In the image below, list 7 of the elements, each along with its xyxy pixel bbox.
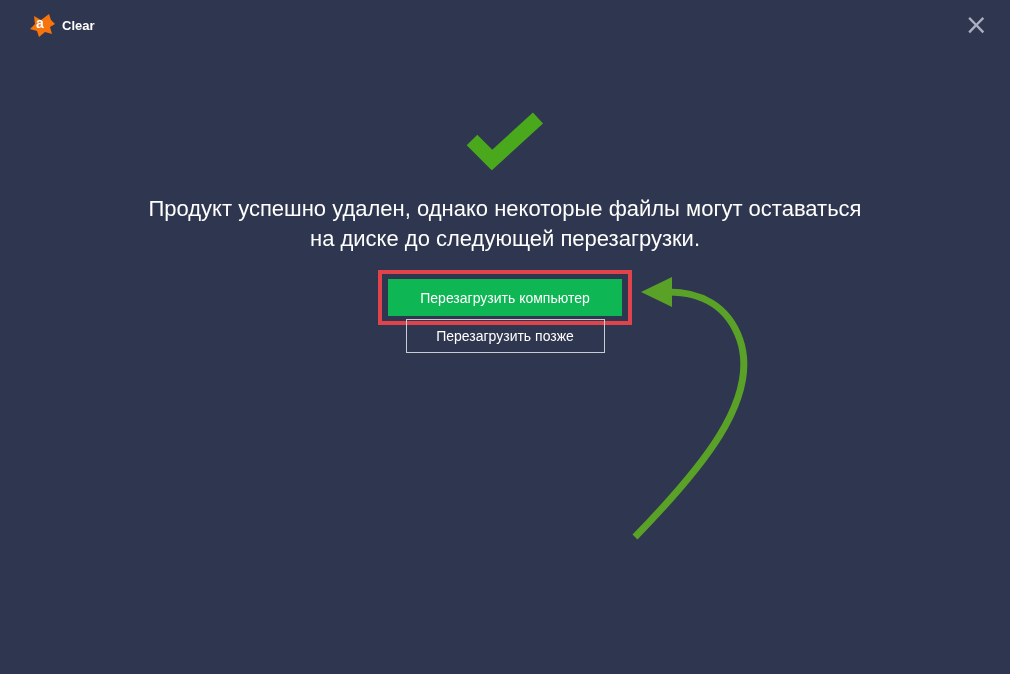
app-title: Clear [62,17,95,33]
logo-letter: a [36,15,44,31]
status-message: Продукт успешно удален, однако некоторые файлы могут оставаться на диске до следующей перезагрузки. [147,195,863,253]
close-button[interactable]: × [960,12,992,38]
checkmark-icon [466,112,544,170]
restart-later-button[interactable]: Перезагрузить позже [405,319,605,353]
logo-icon [28,12,56,38]
